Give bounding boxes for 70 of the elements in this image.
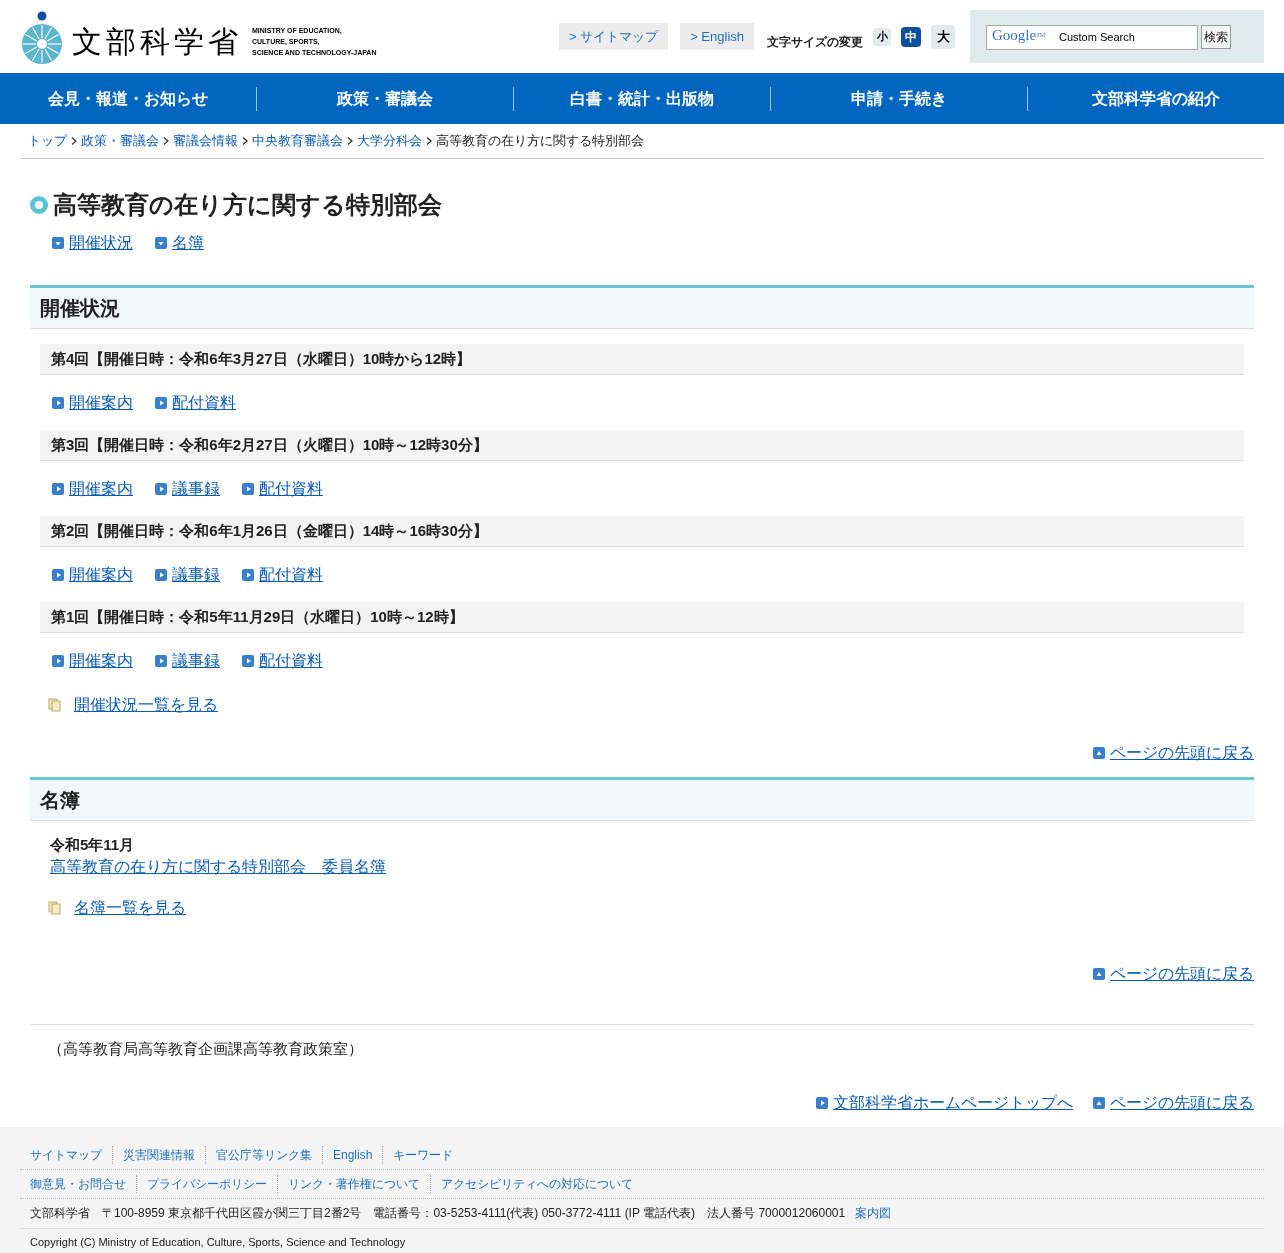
back-to-top-link[interactable]: ページの先頭に戻る — [1110, 741, 1254, 765]
font-size-button[interactable]: 小 — [873, 27, 891, 46]
meeting-link[interactable]: 開催案内 — [69, 563, 133, 587]
logo-title: 文部科学省 — [72, 24, 242, 60]
meeting-link[interactable]: 議事録 — [172, 563, 220, 587]
chevron-icon — [347, 137, 353, 145]
anchor-link[interactable]: 開催状況 — [69, 231, 133, 255]
chevron-icon — [426, 137, 432, 145]
home-link[interactable]: 文部科学省ホームページトップへ — [833, 1090, 1073, 1115]
meeting-title: 第3回【開催日時：令和6年2月27日（火曜日）10時～12時30分】 — [51, 434, 488, 455]
page-title: 高等教育の在り方に関する特別部会 — [53, 190, 442, 220]
chevron-icon — [163, 137, 169, 145]
header-link[interactable]: > サイトマップ — [558, 22, 669, 51]
meeting-link[interactable]: 配付資料 — [172, 391, 236, 415]
nav-link[interactable]: 会見・報道・お知らせ — [48, 86, 208, 111]
nav-link[interactable]: 申請・手続き — [851, 86, 947, 111]
meeting-link[interactable]: 議事録 — [172, 477, 220, 501]
bullet-icon — [30, 196, 48, 214]
footer-link[interactable]: English — [322, 1145, 383, 1164]
nav-link[interactable]: 文部科学省の紹介 — [1092, 86, 1220, 111]
font-size-button[interactable]: 大 — [931, 24, 955, 49]
anchor-link[interactable]: 名簿 — [172, 231, 204, 255]
copyright: Copyright (C) Ministry of Education, Culture, Sports, Science and Technology — [30, 1235, 406, 1251]
font-size-label: 文字サイズの変更 — [767, 33, 863, 51]
breadcrumb-link[interactable]: トップ — [28, 131, 67, 151]
footer-link[interactable]: アクセシビリティへの対応について — [430, 1174, 643, 1193]
meeting-title: 第4回【開催日時：令和6年3月27日（水曜日）10時から12時】 — [51, 348, 472, 369]
footer-link[interactable]: 御意見・お問合せ — [30, 1174, 136, 1193]
documents-icon — [48, 698, 61, 712]
meeting-link[interactable]: 議事録 — [172, 649, 220, 673]
office-note: （高等教育局高等教育企画課高等教育政策室） — [48, 1039, 364, 1059]
footer-link[interactable]: 官公庁等リンク集 — [205, 1145, 322, 1164]
list-link[interactable]: 開催状況一覧を見る — [74, 693, 218, 717]
google-logo: Google$^{TM}$ — [992, 28, 1046, 43]
footer-link[interactable]: プライバシーポリシー — [136, 1174, 277, 1193]
meeting-title: 第2回【開催日時：令和6年1月26日（金曜日）14時～16時30分】 — [51, 520, 488, 541]
breadcrumb-link[interactable]: 中央教育審議会 — [252, 131, 343, 151]
breadcrumb-link[interactable]: 大学分科会 — [357, 131, 422, 151]
list-link[interactable]: 名簿一覧を見る — [74, 896, 186, 920]
breadcrumb-link[interactable]: 政策・審議会 — [81, 131, 159, 151]
font-size-button[interactable]: 中 — [901, 26, 921, 47]
nav-link[interactable]: 政策・審議会 — [337, 86, 433, 111]
chevron-icon — [71, 137, 77, 145]
section-heading: 開催状況 — [40, 296, 120, 321]
meeting-title: 第1回【開催日時：令和5年11月29日（水曜日）10時～12時】 — [51, 606, 464, 627]
meeting-link[interactable]: 開催案内 — [69, 477, 133, 501]
logo-icon — [20, 9, 64, 64]
footer-link[interactable]: リンク・著作権について — [277, 1174, 430, 1193]
roster-document-link[interactable]: 高等教育の在り方に関する特別部会 委員名簿 — [50, 858, 386, 875]
footer-link[interactable]: 災害関連情報 — [112, 1145, 205, 1164]
footer-address: 文部科学省 〒100-8959 東京都千代田区霞が関三丁目2番2号 電話番号：03-5253-4111(代表) 050-3772-4111 (IP 電話代表) 法人番号 7000012060001 — [30, 1205, 846, 1222]
chevron-icon — [242, 137, 248, 145]
documents-icon — [48, 901, 61, 915]
back-to-top-link[interactable]: ページの先頭に戻る — [1110, 962, 1254, 986]
roster-date: 令和5年11月 — [50, 835, 136, 855]
nav-link[interactable]: 白書・統計・出版物 — [570, 86, 714, 111]
search-button[interactable]: 検索 — [1201, 24, 1231, 49]
breadcrumb-current: 高等教育の在り方に関する特別部会 — [436, 132, 644, 151]
meeting-link[interactable]: 配付資料 — [259, 649, 323, 673]
header-link[interactable]: > English — [680, 22, 754, 51]
meeting-link[interactable]: 配付資料 — [259, 477, 323, 501]
back-to-top-link[interactable]: ページの先頭に戻る — [1110, 1090, 1254, 1115]
breadcrumb-link[interactable]: 審議会情報 — [173, 131, 238, 151]
section-heading: 名簿 — [40, 788, 80, 813]
footer-link[interactable]: キーワード — [382, 1145, 464, 1164]
meeting-link[interactable]: 配付資料 — [259, 563, 323, 587]
map-link[interactable]: 案内図 — [855, 1204, 892, 1222]
meeting-link[interactable]: 開催案内 — [69, 391, 133, 415]
footer-link[interactable]: サイトマップ — [30, 1145, 112, 1164]
meeting-link[interactable]: 開催案内 — [69, 649, 133, 673]
